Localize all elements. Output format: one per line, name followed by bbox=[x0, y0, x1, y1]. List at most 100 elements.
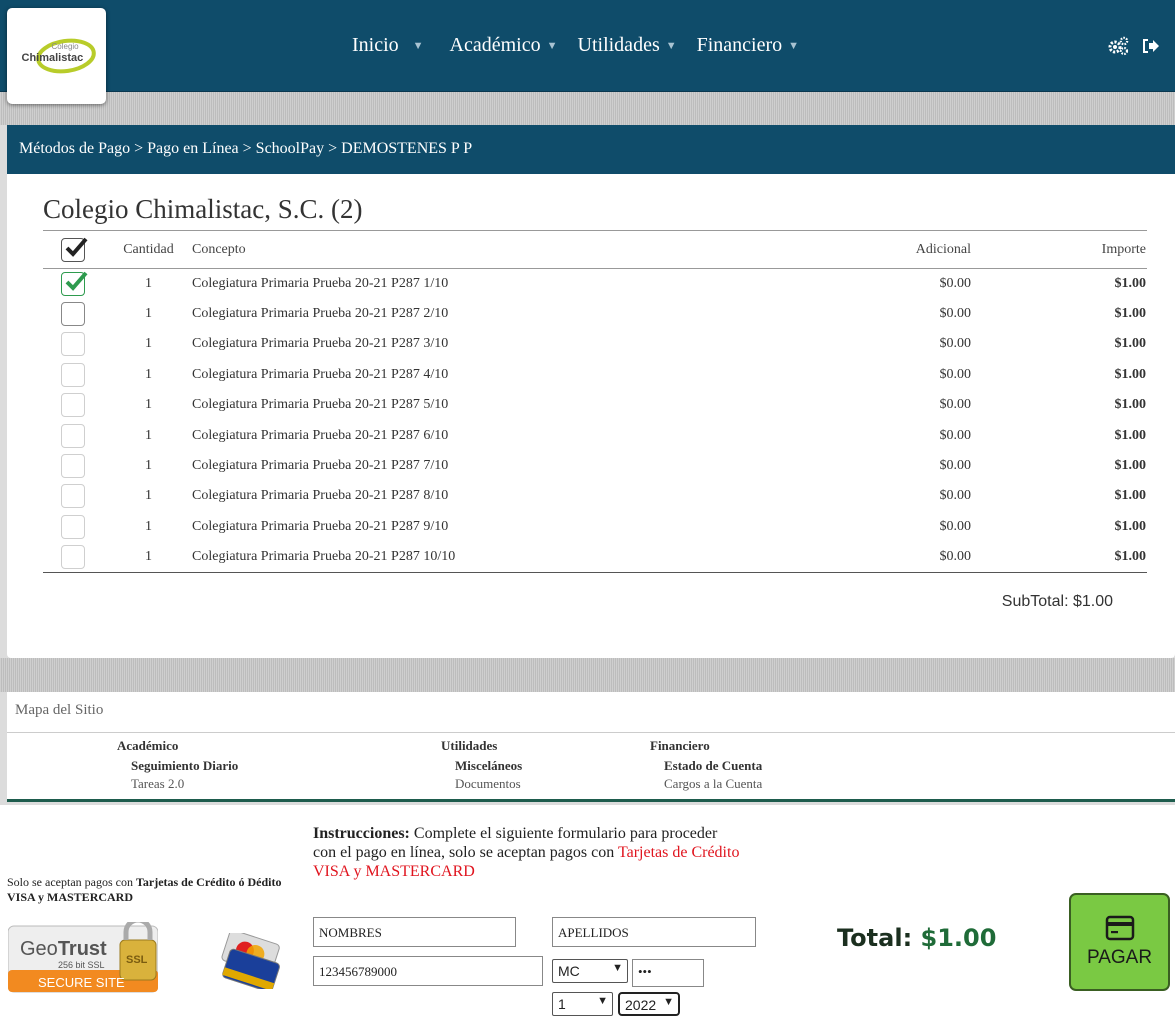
row-importe: $1.00 bbox=[1114, 275, 1147, 291]
nav-utilidades[interactable]: Utilidades ▼ bbox=[578, 34, 677, 57]
decorative-stripe bbox=[0, 92, 1175, 125]
expiry-month-select[interactable]: 1 ▼ bbox=[552, 992, 613, 1016]
row-adicional: $0.00 bbox=[939, 366, 972, 382]
sitemap-link[interactable]: Cargos a la Cuenta bbox=[650, 776, 762, 792]
table-row: 1 Colegiatura Primaria Prueba 20-21 P287… bbox=[43, 360, 1147, 390]
nav-academico[interactable]: Académico ▼ bbox=[450, 34, 558, 57]
row-concept: Colegiatura Primaria Prueba 20-21 P287 1… bbox=[191, 542, 791, 573]
row-importe: $1.00 bbox=[1114, 306, 1147, 322]
logo-mark: Colegio Chimalistac bbox=[16, 36, 98, 76]
row-qty: 1 bbox=[145, 306, 152, 322]
row-checkbox[interactable] bbox=[61, 362, 85, 387]
nav-financiero[interactable]: Financiero ▼ bbox=[697, 34, 799, 57]
sitemap-subheading[interactable]: Misceláneos bbox=[441, 758, 522, 776]
sitemap-col-utilidades: Utilidades Misceláneos Documentos bbox=[441, 738, 522, 792]
row-checkbox[interactable] bbox=[61, 302, 85, 327]
row-qty: 1 bbox=[145, 275, 152, 291]
nav-inicio[interactable]: Inicio ▼ bbox=[352, 34, 430, 57]
chevron-down-icon: ▼ bbox=[597, 995, 608, 1007]
geotrust-seal[interactable]: GeoTrust 256 bit SSL SSL SECURE SITE bbox=[7, 917, 159, 996]
logo-small-text: Colegio bbox=[51, 42, 79, 51]
row-importe: $1.00 bbox=[1114, 427, 1147, 443]
table-header-row: Cantidad Concepto Adicional Importe bbox=[43, 230, 1147, 269]
cvv-field[interactable]: ••• bbox=[632, 959, 704, 987]
row-adicional: $0.00 bbox=[939, 518, 972, 534]
decorative-stripe bbox=[0, 658, 1175, 692]
chevron-down-icon: ▼ bbox=[546, 39, 558, 52]
sitemap-heading[interactable]: Académico bbox=[117, 738, 238, 758]
top-right-icons bbox=[1107, 36, 1161, 56]
row-checkbox[interactable] bbox=[61, 423, 85, 448]
row-concept: Colegiatura Primaria Prueba 20-21 P287 5… bbox=[192, 397, 449, 413]
col-adicional: Adicional bbox=[791, 230, 971, 269]
row-adicional: $0.00 bbox=[939, 306, 972, 322]
main-nav: Inicio ▼ Académico ▼ Utilidades ▼ Financ… bbox=[352, 34, 819, 57]
row-adicional: $0.00 bbox=[939, 336, 972, 352]
table-row: 1 Colegiatura Primaria Prueba 20-21 P287… bbox=[43, 451, 1147, 481]
nav-utilidades-label: Utilidades bbox=[577, 34, 660, 56]
expiry-year-value: 2022 bbox=[625, 997, 657, 1013]
table-row: 1 Colegiatura Primaria Prueba 20-21 P287… bbox=[43, 420, 1147, 450]
total-amount: $1.00 bbox=[920, 924, 997, 952]
note-prefix: Solo se aceptan pagos con bbox=[7, 875, 136, 889]
sitemap-col-financiero: Financiero Estado de Cuenta Cargos a la … bbox=[650, 738, 762, 792]
row-concept: Colegiatura Primaria Prueba 20-21 P287 2… bbox=[192, 306, 449, 322]
row-qty: 1 bbox=[145, 336, 152, 352]
chevron-down-icon: ▼ bbox=[665, 39, 677, 52]
row-checkbox[interactable] bbox=[61, 454, 85, 479]
row-importe: $1.00 bbox=[1114, 397, 1147, 413]
row-checkbox[interactable] bbox=[61, 393, 85, 418]
credit-card-icon bbox=[1105, 915, 1134, 941]
last-name-field[interactable]: APELLIDOS bbox=[552, 917, 756, 947]
chevron-down-icon: ▼ bbox=[788, 39, 800, 52]
instructions: Instrucciones: Complete el siguiente for… bbox=[313, 824, 743, 881]
pay-button[interactable]: PAGAR bbox=[1069, 893, 1170, 991]
total-label: Total: bbox=[837, 924, 921, 952]
settings-gears-icon[interactable] bbox=[1107, 36, 1129, 56]
row-adicional: $0.00 bbox=[791, 542, 971, 573]
card-brands-icon bbox=[218, 929, 284, 993]
sitemap-title: Mapa del Sitio bbox=[15, 702, 104, 718]
row-adicional: $0.00 bbox=[939, 275, 972, 291]
row-qty: 1 bbox=[145, 397, 152, 413]
row-checkbox[interactable] bbox=[61, 332, 85, 357]
row-qty: 1 bbox=[111, 542, 191, 573]
select-all-checkbox[interactable] bbox=[61, 237, 88, 262]
sitemap-link[interactable]: Tareas 2.0 bbox=[117, 776, 238, 792]
top-navbar: Inicio ▼ Académico ▼ Utilidades ▼ Financ… bbox=[0, 0, 1175, 92]
geotrust-brand: GeoTrust bbox=[20, 938, 107, 961]
table-row: 1 Colegiatura Primaria Prueba 20-21 P287… bbox=[43, 329, 1147, 359]
school-logo[interactable]: Colegio Chimalistac bbox=[7, 8, 106, 104]
row-concept: Colegiatura Primaria Prueba 20-21 P287 9… bbox=[192, 518, 449, 534]
row-qty: 1 bbox=[145, 518, 152, 534]
divider bbox=[7, 732, 1175, 733]
breadcrumb: Métodos de Pago > Pago en Línea > School… bbox=[7, 125, 1175, 174]
row-concept: Colegiatura Primaria Prueba 20-21 P287 8… bbox=[192, 488, 449, 504]
table-row: 1 Colegiatura Primaria Prueba 20-21 P287… bbox=[43, 269, 1147, 299]
row-checkbox[interactable] bbox=[61, 514, 85, 539]
row-concept: Colegiatura Primaria Prueba 20-21 P287 6… bbox=[192, 427, 449, 443]
sitemap: Mapa del Sitio Académico Seguimiento Dia… bbox=[7, 692, 1175, 802]
sitemap-heading[interactable]: Financiero bbox=[650, 738, 762, 758]
logout-icon[interactable] bbox=[1141, 36, 1161, 56]
sitemap-link[interactable]: Documentos bbox=[441, 776, 522, 792]
card-number-field[interactable]: 123456789000 bbox=[313, 956, 543, 986]
sitemap-col-academico: Académico Seguimiento Diario Tareas 2.0 bbox=[117, 738, 238, 792]
row-concept: Colegiatura Primaria Prueba 20-21 P287 4… bbox=[192, 366, 449, 382]
row-checkbox[interactable] bbox=[61, 544, 85, 569]
expiry-year-select[interactable]: 2022 ▼ bbox=[618, 992, 680, 1016]
row-qty: 1 bbox=[145, 488, 152, 504]
total: Total: $1.00 bbox=[837, 924, 996, 952]
sitemap-heading[interactable]: Utilidades bbox=[441, 738, 522, 758]
sitemap-subheading[interactable]: Estado de Cuenta bbox=[650, 758, 762, 776]
row-qty: 1 bbox=[145, 427, 152, 443]
table-row: 1 Colegiatura Primaria Prueba 20-21 P287… bbox=[43, 390, 1147, 420]
sitemap-subheading[interactable]: Seguimiento Diario bbox=[117, 758, 238, 776]
charges-table: Cantidad Concepto Adicional Importe 1 Co… bbox=[43, 230, 1147, 573]
row-checkbox[interactable] bbox=[61, 271, 88, 296]
first-name-field[interactable]: NOMBRES bbox=[313, 917, 516, 947]
row-checkbox[interactable] bbox=[61, 484, 85, 509]
row-importe: $1.00 bbox=[1114, 336, 1147, 352]
chevron-down-icon: ▼ bbox=[612, 962, 623, 974]
card-type-select[interactable]: MC ▼ bbox=[552, 959, 628, 983]
